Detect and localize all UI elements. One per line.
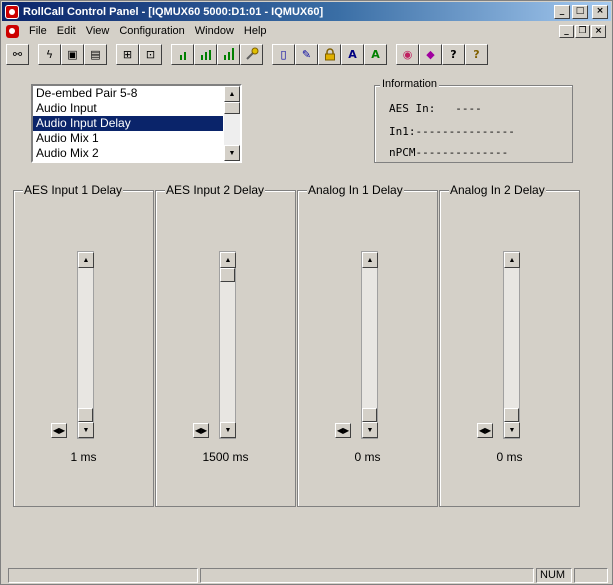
help-icon[interactable]: ? [465,43,488,65]
slider-thumb[interactable] [78,408,93,422]
diamond-icon[interactable]: ◆ [419,43,442,65]
book-icon[interactable]: ▯ [272,43,295,65]
slider-up-arrow-icon[interactable]: ▲ [78,252,94,268]
level-low-icon[interactable] [171,43,194,65]
slider-up-arrow-icon[interactable]: ▲ [504,252,520,268]
menu-bar: File Edit View Configuration Window Help… [2,22,611,40]
menu-window[interactable]: Window [190,25,239,37]
list-item[interactable]: Audio Input [33,101,223,116]
title-bar[interactable]: RollCall Control Panel - [IQMUX60 5000:D… [2,2,611,21]
aes-input-1-delay-panel: AES Input 1 Delay ▲ ▼ ◀▶ 1 ms [13,183,154,507]
scroll-down-arrow-icon[interactable]: ▼ [224,145,240,161]
panel-title: AES Input 1 Delay [23,183,124,197]
panel-title: Analog In 2 Delay [449,183,546,197]
status-num-indicator: NUM [536,568,572,583]
close-button[interactable]: × [592,4,608,19]
info-aes-in: AES In: ---- [389,102,482,115]
level-high-icon[interactable] [217,43,240,65]
save-icon[interactable]: ▣ [61,43,84,65]
info-in1: In1:--------------- [389,125,515,138]
lock-icon[interactable] [318,43,341,65]
menu-help[interactable]: Help [239,25,272,37]
child-restore-button[interactable]: ❐ [575,24,590,38]
reset-icon[interactable]: ◀▶ [477,423,493,438]
slider-thumb[interactable] [504,408,519,422]
globe-icon[interactable]: ◉ [396,43,419,65]
menu-edit[interactable]: Edit [52,25,81,37]
reset-icon[interactable]: ◀▶ [335,423,351,438]
analog-in-2-delay-panel: Analog In 2 Delay ▲ ▼ ◀▶ 0 ms [439,183,580,507]
network-node-icon[interactable]: ⊡ [139,43,162,65]
delay-value: 0 ms [354,450,381,464]
rollcall-app-icon[interactable] [5,4,19,19]
status-pane-end [574,568,608,583]
list-item[interactable]: Audio Mix 1 [33,131,223,146]
save-all-icon[interactable]: ▤ [84,43,107,65]
level-medium-icon[interactable] [194,43,217,65]
reset-icon[interactable]: ◀▶ [51,423,67,438]
analog-in-1-delay-panel: Analog In 1 Delay ▲ ▼ ◀▶ 0 ms [297,183,438,507]
info-npcm: nPCM-------------- [389,146,509,159]
wrench-icon[interactable] [240,43,263,65]
delay-slider[interactable]: ▲ ▼ [219,251,236,439]
reset-icon[interactable]: ◀▶ [193,423,209,438]
slider-up-arrow-icon[interactable]: ▲ [362,252,378,268]
child-close-button[interactable]: × [591,24,606,38]
status-pane-main [8,568,198,583]
slider-down-arrow-icon[interactable]: ▼ [504,422,520,438]
menu-file[interactable]: File [24,25,52,37]
menu-view[interactable]: View [81,25,115,37]
connect-icon[interactable]: ⚯ [6,43,29,65]
minimize-button[interactable]: _ [554,4,570,19]
scroll-up-arrow-icon[interactable]: ▲ [224,86,240,102]
edit-icon[interactable]: ✎ [295,43,318,65]
font-a-green-icon[interactable]: A [364,43,387,65]
aes-input-2-delay-panel: AES Input 2 Delay ▲ ▼ ◀▶ 1500 ms [155,183,296,507]
menu-listbox[interactable]: De-embed Pair 5-8 Audio Input Audio Inpu… [31,84,242,163]
panel-title: Analog In 1 Delay [307,183,404,197]
delay-slider[interactable]: ▲ ▼ [503,251,520,439]
delay-value: 0 ms [496,450,523,464]
listbox-scrollbar[interactable]: ▲ ▼ [224,86,240,161]
delay-value: 1 ms [70,450,97,464]
delay-slider[interactable]: ▲ ▼ [361,251,378,439]
scroll-thumb[interactable] [224,102,240,114]
child-minimize-button[interactable]: _ [559,24,574,38]
list-item-selected[interactable]: Audio Input Delay [33,116,223,131]
list-item[interactable]: Audio Mix 2 [33,146,223,161]
app-window: RollCall Control Panel - [IQMUX60 5000:D… [0,0,613,585]
slider-down-arrow-icon[interactable]: ▼ [362,422,378,438]
menu-configuration[interactable]: Configuration [114,25,189,37]
information-group: Information AES In: ---- In1:-----------… [374,78,573,163]
lightning-icon[interactable]: ϟ [38,43,61,65]
slider-thumb[interactable] [362,408,377,422]
window-title: RollCall Control Panel - [IQMUX60 5000:D… [23,5,324,18]
child-window-icon[interactable] [6,24,19,38]
network-icon[interactable]: ⊞ [116,43,139,65]
toolbar: ⚯ ϟ ▣ ▤ ⊞ ⊡ ▯ ✎ A A ◉ ◆ ? ? [2,41,611,67]
status-bar: NUM [2,567,611,584]
panel-title: AES Input 2 Delay [165,183,266,197]
font-a-icon[interactable]: A [341,43,364,65]
information-title: Information [380,78,440,90]
slider-down-arrow-icon[interactable]: ▼ [220,422,236,438]
list-item[interactable]: De-embed Pair 5-8 [33,86,223,101]
maximize-button[interactable]: □ [572,4,588,19]
question-book-icon[interactable]: ? [442,43,465,65]
delay-slider[interactable]: ▲ ▼ [77,251,94,439]
slider-up-arrow-icon[interactable]: ▲ [220,252,236,268]
slider-thumb[interactable] [220,268,235,282]
delay-value: 1500 ms [202,450,249,464]
status-pane-middle [200,568,534,583]
slider-down-arrow-icon[interactable]: ▼ [78,422,94,438]
